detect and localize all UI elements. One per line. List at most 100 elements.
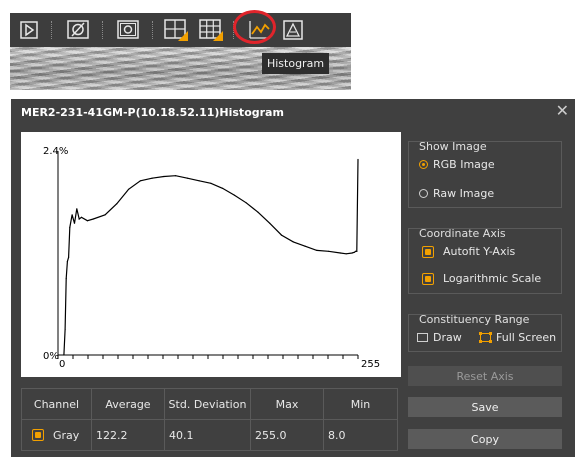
histogram-point: [245, 202, 247, 204]
histogram-point: [76, 208, 78, 210]
histogram-point: [163, 175, 165, 178]
histogram-point: [69, 226, 71, 229]
histogram-line-0: [63, 159, 359, 356]
table-row: Gray 122.2 40.1 255.0 8.0: [22, 420, 397, 450]
histogram-point: [280, 234, 283, 236]
histogram-point: [78, 218, 80, 220]
close-icon[interactable]: ✕: [556, 101, 569, 120]
logarithmic-scale-label: Logarithmic Scale: [443, 272, 542, 285]
auto-adjust-button[interactable]: [282, 17, 304, 42]
histogram-point: [139, 180, 141, 182]
radio-selected-icon: [419, 160, 428, 169]
histogram-point: [356, 250, 358, 252]
save-button[interactable]: Save: [408, 397, 562, 417]
max-cell: 255.0: [251, 420, 324, 450]
checkbox-checked-icon: [422, 245, 434, 258]
histogram-point: [86, 220, 88, 222]
coordinate-axis-title: Coordinate Axis: [419, 227, 506, 240]
raw-image-radio[interactable]: Raw Image: [419, 187, 494, 200]
logarithmic-scale-checkbox[interactable]: Logarithmic Scale: [422, 272, 541, 285]
draw-rect-icon: [417, 332, 428, 342]
dialog-title: MER2-231-41GM-P(10.18.52.11)Histogram: [21, 106, 284, 119]
no-crosshair-button[interactable]: [66, 17, 90, 42]
rgb-image-radio[interactable]: RGB Image: [419, 158, 495, 171]
draw-label: Draw: [433, 331, 462, 344]
rgb-image-label: RGB Image: [433, 158, 495, 171]
histogram-point: [222, 187, 224, 189]
histogram-point: [151, 177, 153, 179]
constituency-range-title: Constituency Range: [419, 313, 530, 326]
header-std: Std. Deviation: [165, 389, 251, 419]
histogram-point: [304, 245, 306, 247]
full-screen-icon: [479, 332, 492, 343]
histogram-point: [65, 277, 67, 280]
crosshair-button[interactable]: [163, 17, 189, 42]
histogram-point: [357, 158, 359, 161]
histogram-point: [269, 222, 271, 224]
histogram-point: [186, 177, 188, 179]
histogram-chart: [57, 151, 359, 359]
image-toolbar: [10, 13, 351, 47]
histogram-point: [128, 188, 130, 190]
toolbar-separator: [51, 21, 52, 39]
full-screen-option[interactable]: Full Screen: [479, 331, 556, 344]
channel-name: Gray: [53, 428, 80, 442]
snapshot-icon: [117, 19, 139, 39]
average-cell: 122.2: [92, 420, 165, 450]
histogram-point: [355, 250, 357, 252]
header-min: Min: [350, 397, 371, 411]
reset-axis-button[interactable]: Reset Axis: [408, 366, 562, 386]
grid-button[interactable]: [198, 17, 224, 42]
histogram-point: [292, 241, 294, 243]
autofit-y-checkbox[interactable]: Autofit Y-Axis: [422, 245, 515, 258]
play-icon: [20, 20, 38, 39]
histogram-dialog: MER2-231-41GM-P(10.18.52.11)Histogram ✕ …: [11, 99, 575, 457]
statistics-table: Channel Average Std. Deviation Max Min G…: [21, 388, 398, 451]
histogram-point: [73, 222, 76, 224]
y-min-label: 0%: [43, 351, 59, 362]
histogram-plot: 2.4% 0% 0 255: [21, 132, 401, 377]
full-screen-label: Full Screen: [496, 331, 557, 344]
grid-icon: [199, 18, 223, 41]
histogram-point: [351, 252, 353, 254]
histogram-point: [353, 251, 356, 253]
histogram-point: [116, 203, 118, 205]
histogram-point: [63, 354, 65, 356]
constituency-range-group: Constituency Range Draw Full Screen: [408, 313, 562, 352]
histogram-point: [198, 180, 200, 182]
histogram-point: [71, 214, 73, 216]
crosshair-icon: [164, 18, 188, 41]
no-crosshair-icon: [67, 19, 89, 39]
histogram-point: [233, 194, 236, 196]
toolbar-separator: [152, 21, 153, 39]
histogram-point: [328, 250, 330, 252]
highlight-circle: [233, 10, 276, 44]
draw-option[interactable]: Draw: [417, 331, 462, 344]
channel-cell: Gray: [22, 420, 92, 450]
histogram-point: [80, 216, 83, 218]
copy-button[interactable]: Copy: [408, 429, 562, 449]
histogram-point: [339, 252, 341, 254]
x-min-label: 0: [59, 359, 66, 370]
header-average: Average: [92, 389, 165, 419]
histogram-point: [257, 211, 259, 213]
header-channel: Channel: [22, 389, 92, 419]
min-cell: 8.0: [328, 428, 346, 442]
header-max: Max: [251, 389, 324, 419]
show-image-group: Show Image RGB Image Raw Image: [408, 140, 562, 208]
std-cell: 40.1: [165, 420, 251, 450]
histogram-point: [175, 175, 177, 177]
channel-checkbox[interactable]: [32, 429, 44, 441]
histogram-point: [210, 182, 212, 184]
show-image-title: Show Image: [419, 140, 487, 153]
raw-image-label: Raw Image: [433, 187, 495, 200]
histogram-point: [316, 249, 318, 251]
histogram-point: [64, 328, 66, 331]
y-max-label: 2.4%: [43, 146, 69, 157]
histogram-point: [92, 218, 94, 220]
play-button[interactable]: [18, 17, 40, 42]
snapshot-button[interactable]: [116, 17, 140, 42]
table-header: Channel Average Std. Deviation Max Min: [22, 389, 397, 419]
triangle-icon: [283, 19, 303, 40]
autofit-y-label: Autofit Y-Axis: [443, 245, 516, 258]
